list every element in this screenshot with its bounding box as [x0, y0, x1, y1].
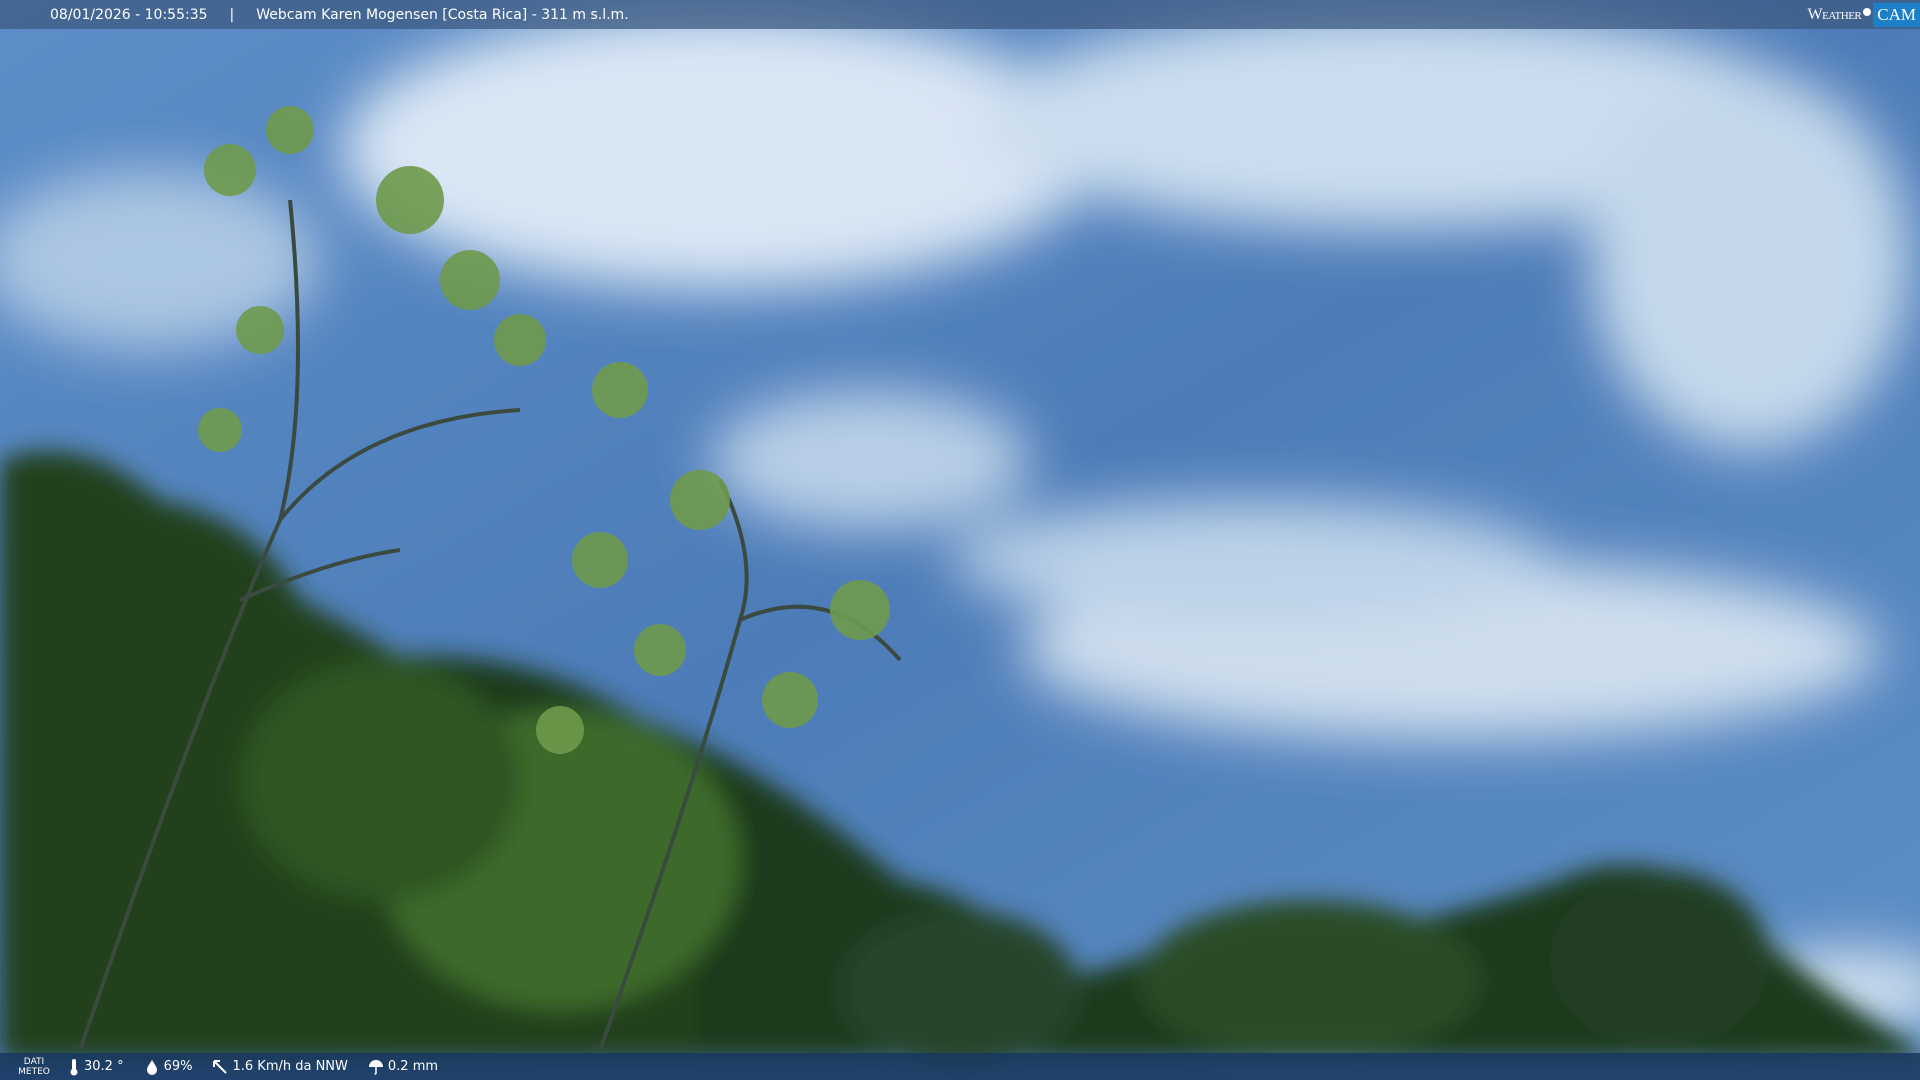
- temperature-value: 30.2 °: [84, 1059, 124, 1074]
- humidity-reading: 69%: [144, 1059, 193, 1075]
- weathercam-logo[interactable]: Weather CAM: [1808, 0, 1920, 29]
- humidity-value: 69%: [163, 1059, 193, 1074]
- umbrella-icon: [368, 1059, 383, 1075]
- humidity-drop-icon: [146, 1059, 157, 1075]
- meteo-label-line1: DATI: [23, 1056, 45, 1067]
- wind-value: 1.6 Km/h da NNW: [232, 1059, 348, 1074]
- meteo-label-line2: METEO: [18, 1066, 50, 1077]
- top-info-bar: 08/01/2026 - 10:55:35 | Webcam Karen Mog…: [0, 0, 1920, 29]
- webcam-title: Webcam Karen Mogensen [Costa Rica] - 311…: [256, 6, 629, 23]
- meteo-data-bar: DATI METEO 30.2 ° 69% 1.6 Km/h da NNW 0.…: [0, 1053, 1920, 1080]
- logo-dot-icon: [1863, 7, 1872, 16]
- logo-cam-text: CAM: [1873, 2, 1920, 27]
- wind-arrow-icon: [213, 1059, 228, 1074]
- thermometer-icon: [70, 1058, 78, 1075]
- temperature-reading: 30.2 °: [68, 1058, 124, 1076]
- webcam-image: [0, 0, 1920, 1080]
- rain-value: 0.2 mm: [387, 1059, 439, 1074]
- rain-reading: 0.2 mm: [368, 1059, 438, 1075]
- wind-reading: 1.6 Km/h da NNW: [212, 1059, 348, 1075]
- timestamp: 08/01/2026 - 10:55:35: [50, 6, 208, 23]
- title-separator: |: [229, 6, 235, 23]
- meteo-label: DATI METEO: [0, 1057, 68, 1077]
- logo-weather-text: Weather: [1807, 5, 1862, 23]
